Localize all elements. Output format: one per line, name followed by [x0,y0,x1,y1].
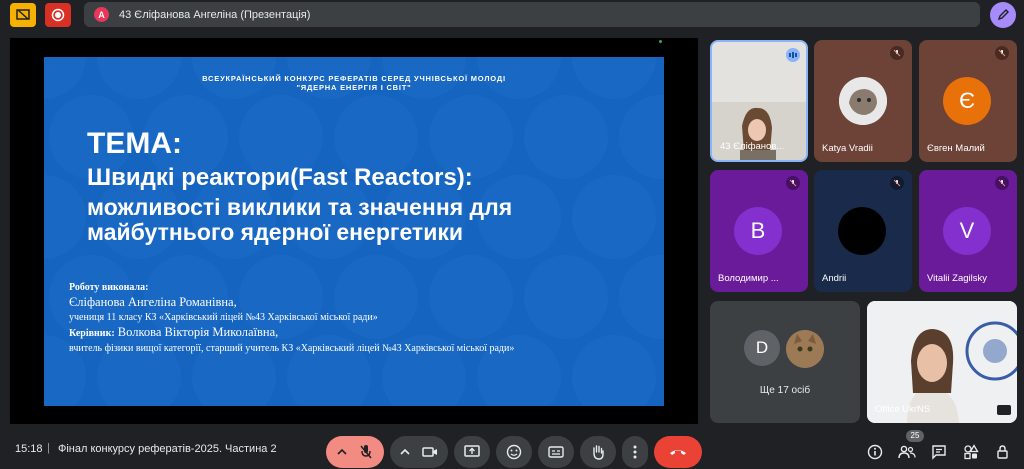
participant-name: 43 Єліфанов... [720,141,785,152]
hang-up-icon [670,450,686,455]
participant-name: Andrii [822,273,847,284]
participant-name: Katya Vradii [822,143,873,154]
present-screen-icon[interactable] [10,3,36,27]
presentation-slide: ВСЕУКРАЇНСЬКИЙ КОНКУРС РЕФЕРАТІВ СЕРЕД У… [44,57,664,406]
participant-avatar: Є [943,77,991,125]
mic-off-icon [995,176,1009,190]
mic-off-icon [890,176,904,190]
participant-name: Євген Малий [927,143,985,154]
participant-avatar: D [744,330,780,366]
more-options-button[interactable] [622,436,648,468]
slide-header-line2: "ЯДЕРНА ЕНЕРГІЯ І СВІТ" [296,83,412,92]
top-bar: A 43 Єліфанова Ангеліна (Презентація) [0,0,1024,30]
mic-button[interactable] [326,436,384,468]
chevron-up-icon [400,449,410,455]
captions-button[interactable] [538,436,574,468]
andrii-avatar-photo [838,207,886,255]
info-icon [867,444,883,460]
slide-tema: ТЕМА: [87,127,182,160]
bottom-bar: 15:18 | Фінал конкурсу рефератів-2025. Ч… [0,430,1024,469]
mic-off-icon [995,46,1009,60]
present-screen-icon [464,445,480,457]
slide-header: ВСЕУКРАЇНСЬКИЙ КОНКУРС РЕФЕРАТІВ СЕРЕД У… [44,74,664,92]
raise-hand-button[interactable] [580,436,616,468]
participant-tile-katya[interactable]: Katya Vradii [814,40,912,162]
meeting-title: Фінал конкурсу рефератів-2025. Частина 2 [58,443,277,455]
more-vert-icon [633,445,637,459]
supervisor-info: вчитель фізики вищої категорії, старший … [69,343,515,354]
hand-icon [593,445,604,460]
presentation-stage: ВСЕУКРАЇНСЬКИЙ КОНКУРС РЕФЕРАТІВ СЕРЕД У… [10,38,698,424]
people-button[interactable] [897,442,917,462]
camera-icon [422,447,437,457]
slide-title: Швидкі реактори(Fast Reactors): [87,164,473,191]
supervisor-name: Волкова Вікторія Миколаївна, [114,325,279,339]
people-icon [898,445,916,459]
supervisor-label: Керівник: [69,328,115,339]
author-info: учениця 11 класу КЗ «Харківський ліцей №… [69,312,378,323]
participant-name: Office UkrNS [875,404,931,415]
chat-icon [932,445,946,460]
captions-icon [548,446,564,458]
participant-tile-volodymyr[interactable]: В Володимир ... [710,170,808,292]
participant-name: Володимир ... [718,273,779,284]
shapes-icon [964,444,979,460]
slide-credits: Роботу виконала: Єліфанова Ангеліна Рома… [69,280,514,356]
katya-avatar-photo [839,77,887,125]
mic-off-icon [360,445,372,459]
participant-tile-office[interactable]: Office UkrNS [867,301,1017,423]
record-icon[interactable] [45,3,71,27]
participant-name: Vitalii Zagilsky [927,273,988,284]
participant-tile-andrii[interactable]: Andrii [814,170,912,292]
presenter-avatar: A [94,7,109,22]
present-button[interactable] [454,436,490,468]
emoji-button[interactable] [496,436,532,468]
meeting-info-button[interactable] [865,442,885,462]
author-name: Єліфанова Ангеліна Романівна, [69,295,237,309]
mic-off-icon [890,46,904,60]
activities-button[interactable] [961,442,981,462]
mic-off-icon [786,176,800,190]
chevron-up-icon [337,449,347,455]
speaking-indicator [659,40,662,43]
participant-avatar: В [734,207,782,255]
more-participants-tile[interactable]: D Ще 17 осіб [710,301,860,423]
more-participants-label: Ще 17 осіб [759,385,811,396]
author-label: Роботу виконала: [69,282,149,293]
slide-header-line1: ВСЕУКРАЇНСЬКИЙ КОНКУРС РЕФЕРАТІВ СЕРЕД У… [202,74,506,83]
camera-button[interactable] [390,436,448,468]
pin-icon[interactable] [997,405,1011,415]
chat-button[interactable] [929,442,949,462]
presenter-title: 43 Єліфанова Ангеліна (Презентація) [119,8,311,21]
participant-tile-vitalii[interactable]: V Vitalii Zagilsky [919,170,1017,292]
participant-tile-presenter[interactable]: 43 Єліфанов... [710,40,808,162]
speaking-icon [786,48,800,62]
participant-avatar: V [943,207,991,255]
meeting-time: 15:18 [15,443,43,455]
slide-subtitle: можливості виклики та значення для майбу… [87,194,513,245]
leave-call-button[interactable] [654,436,702,468]
participant-tile-yevhen[interactable]: Є Євген Малий [919,40,1017,162]
separator: | [47,442,50,454]
people-count-badge: 25 [906,430,924,442]
lock-person-icon [997,445,1008,459]
presenter-title-bar[interactable]: A 43 Єліфанова Ангеліна (Презентація) [84,2,980,27]
emoji-icon [506,444,522,460]
host-controls-button[interactable] [993,442,1013,462]
cat-avatar-photo [786,330,824,368]
pen-icon[interactable] [990,2,1016,28]
